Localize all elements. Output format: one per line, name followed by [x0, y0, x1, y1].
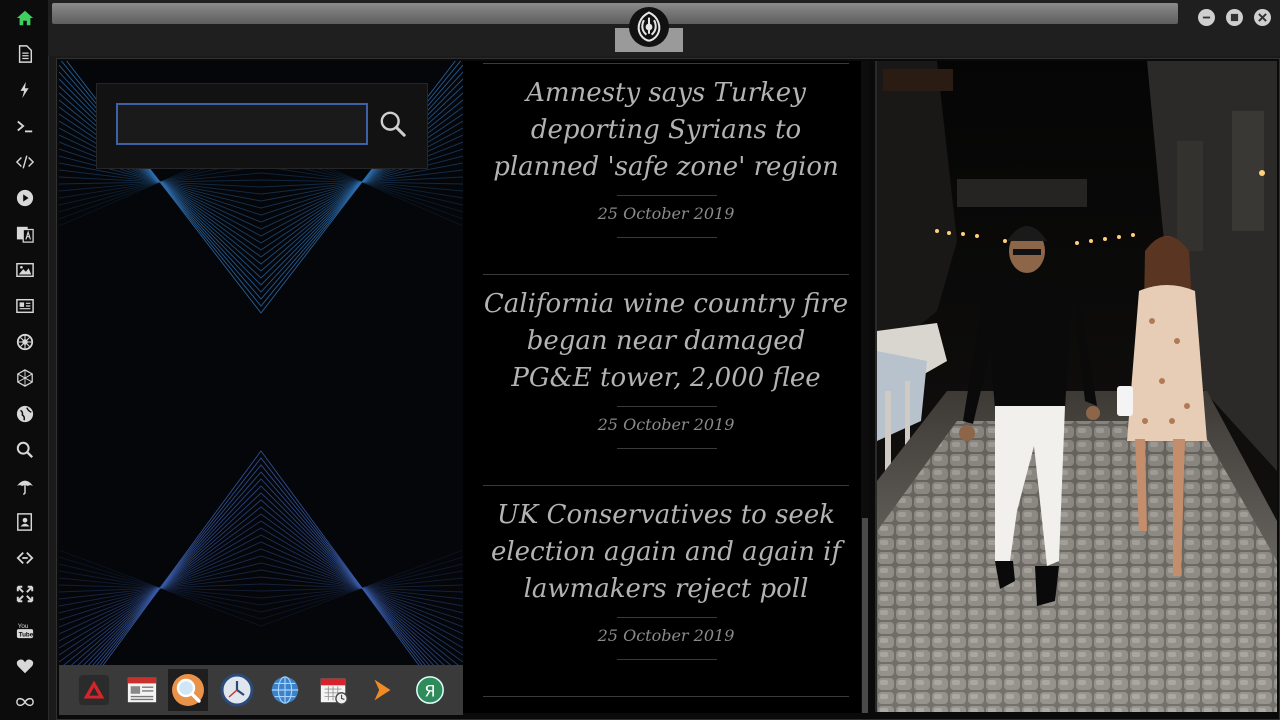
code-icon[interactable] — [14, 151, 36, 173]
youtube-icon[interactable]: You Tube — [14, 619, 36, 641]
app-sidebar: You Tube — [0, 0, 49, 720]
date-rule — [617, 237, 717, 238]
news-date: 25 October 2019 — [597, 626, 735, 645]
news-headline[interactable]: Amnesty says Turkey deporting Syrians to… — [483, 75, 849, 186]
app-dock: Я — [59, 665, 463, 715]
address-bar[interactable] — [52, 3, 1178, 24]
date-rule — [617, 406, 717, 407]
image-icon[interactable] — [14, 259, 36, 281]
news-headline[interactable]: California wine country fire began near … — [483, 286, 849, 397]
terminal-icon[interactable] — [14, 115, 36, 137]
expand-icon[interactable] — [14, 583, 36, 605]
play-icon[interactable] — [14, 187, 36, 209]
date-rule — [617, 448, 717, 449]
cube-icon[interactable] — [14, 367, 36, 389]
street-photo — [877, 61, 1277, 712]
title-bar — [48, 0, 1280, 56]
magnifier-app-icon[interactable] — [168, 669, 208, 711]
svg-text:Tube: Tube — [19, 631, 34, 638]
maximize-icon[interactable] — [1226, 9, 1243, 26]
settings-wheel-icon[interactable] — [14, 331, 36, 353]
scrollbar-thumb[interactable] — [862, 518, 868, 713]
search-panel — [59, 61, 463, 665]
rebel-alliance-icon[interactable] — [629, 7, 669, 47]
globe-app-icon[interactable] — [265, 669, 305, 711]
news-photo[interactable] — [875, 61, 1277, 712]
news-app-icon[interactable] — [122, 669, 162, 711]
svg-text:Я: Я — [424, 682, 435, 701]
news-feed: Amnesty says Turkey deporting Syrians to… — [463, 61, 867, 713]
close-icon[interactable] — [1254, 9, 1271, 26]
date-rule — [617, 617, 717, 618]
calendar-app-icon[interactable] — [314, 669, 354, 711]
infinity-icon[interactable] — [14, 691, 36, 713]
search-box — [96, 83, 428, 169]
globe-icon[interactable] — [14, 403, 36, 425]
news-divider — [483, 274, 849, 275]
news-date: 25 October 2019 — [597, 204, 735, 223]
heart-icon[interactable] — [14, 655, 36, 677]
minimize-icon[interactable] — [1198, 9, 1215, 26]
news-date: 25 October 2019 — [597, 415, 735, 434]
news-divider — [483, 696, 849, 697]
umbrella-icon[interactable] — [14, 475, 36, 497]
lightning-icon[interactable] — [14, 79, 36, 101]
home-icon[interactable] — [14, 7, 36, 29]
news-divider — [483, 485, 849, 486]
date-rule — [617, 195, 717, 196]
search-icon[interactable] — [14, 439, 36, 461]
date-rule — [617, 659, 717, 660]
news-headline[interactable]: UK Conservatives to seek election again … — [483, 497, 849, 608]
news-divider — [483, 63, 849, 64]
yandex-app-icon[interactable]: Я — [410, 669, 450, 711]
search-icon — [380, 111, 406, 137]
document-icon[interactable] — [14, 43, 36, 65]
newspaper-icon[interactable] — [14, 295, 36, 317]
link-icon[interactable] — [14, 547, 36, 569]
red-triangle-app-icon[interactable] — [74, 669, 114, 711]
clock-app-icon[interactable] — [217, 669, 257, 711]
arrow-app-icon[interactable] — [362, 669, 402, 711]
contacts-icon[interactable] — [14, 511, 36, 533]
search-button[interactable] — [377, 107, 409, 141]
search-input[interactable] — [116, 103, 368, 145]
translate-icon[interactable] — [14, 223, 36, 245]
